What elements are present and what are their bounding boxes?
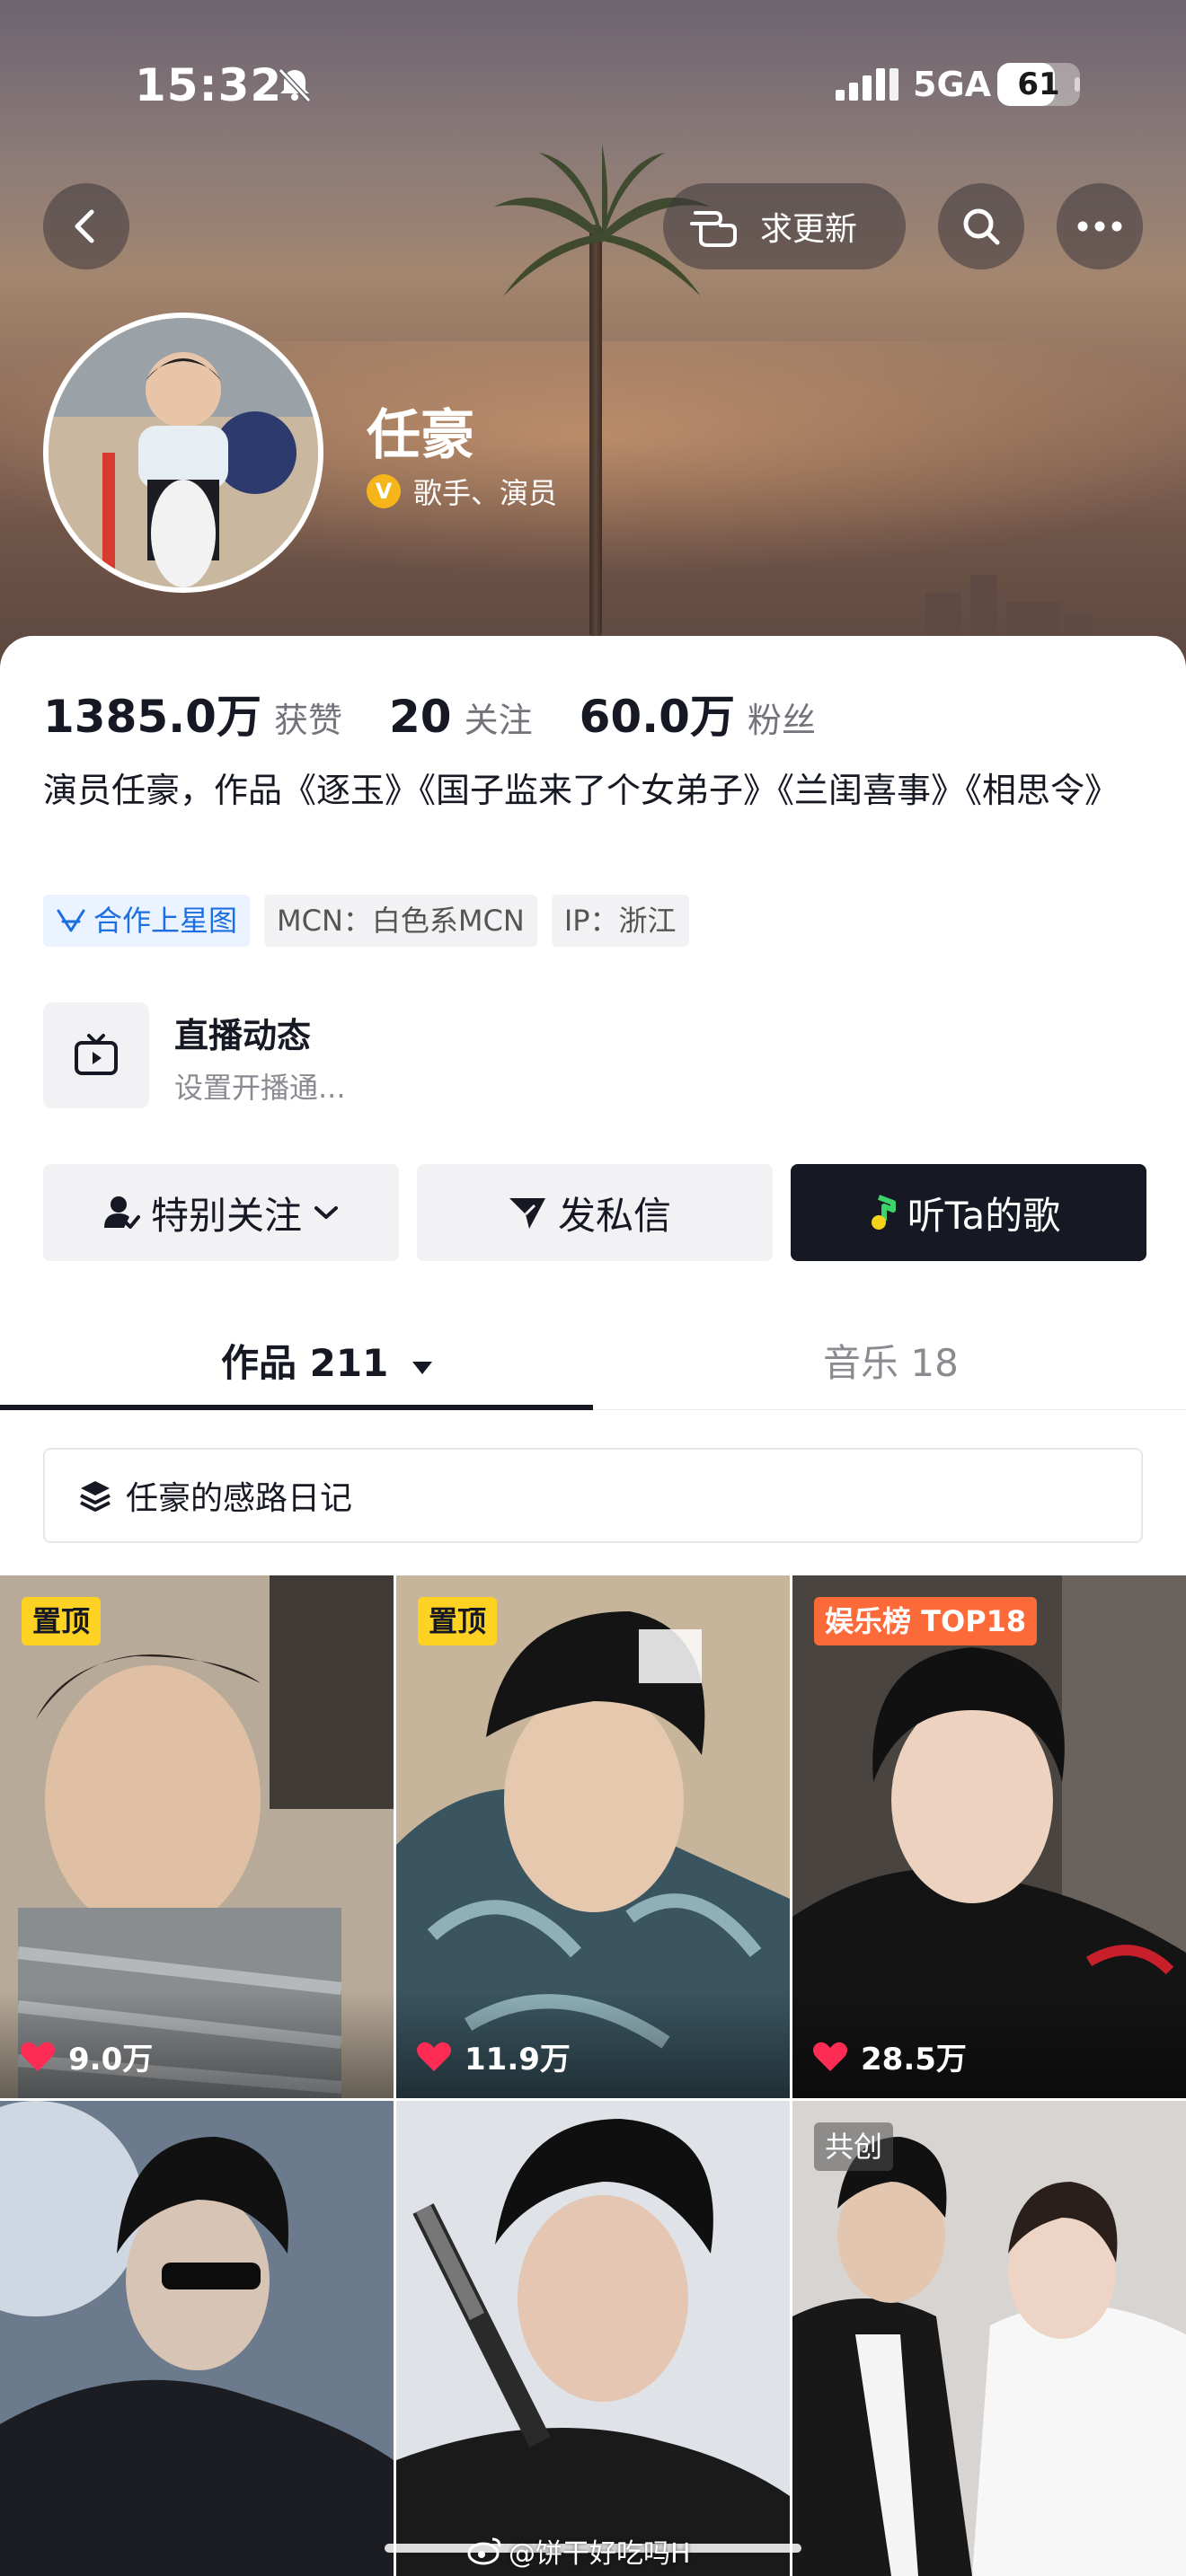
- star-map-tag[interactable]: 合作上星图: [43, 895, 251, 947]
- verification-row: V 歌手、演员: [367, 471, 557, 512]
- ip-location-tag: IP：浙江: [551, 895, 689, 947]
- action-buttons: 特别关注 发私信 听Ta的歌: [43, 1164, 1146, 1261]
- profile-name: 任豪: [367, 404, 474, 467]
- avatar[interactable]: [43, 313, 323, 593]
- status-bar: 15:32 5GA 61: [0, 54, 1186, 117]
- video-thumbnail[interactable]: 共创: [792, 2101, 1186, 2576]
- weibo-icon: [467, 2537, 501, 2565]
- battery-icon: 61: [997, 63, 1080, 106]
- search-button[interactable]: [938, 183, 1024, 269]
- mcn-tag[interactable]: MCN：白色系MCN: [264, 895, 537, 947]
- tv-icon: [75, 1034, 118, 1075]
- like-count: 28.5万: [812, 2034, 967, 2078]
- live-title: 直播动态: [174, 1016, 312, 1055]
- video-grid: 置顶 9.0万 置顶 11.9万 娱乐榜 TOP18 28.5万 共创: [0, 1575, 1186, 2576]
- pinned-badge: 置顶: [418, 1597, 498, 1645]
- pinned-badge: 置顶: [22, 1597, 102, 1645]
- layers-icon: [80, 1481, 111, 1512]
- following-stat[interactable]: 20 关注: [389, 691, 533, 743]
- video-thumbnail[interactable]: 娱乐榜 TOP18 28.5万: [792, 1575, 1186, 2098]
- profile-stats: 1385.0万 获赞 20 关注 60.0万 粉丝: [43, 681, 863, 745]
- collection-entry[interactable]: 任豪的感路日记: [43, 1448, 1143, 1543]
- pointing-hand-icon: [690, 211, 737, 247]
- more-dots-icon: [1077, 221, 1122, 232]
- back-button[interactable]: [43, 183, 129, 269]
- like-count: 11.9万: [416, 2034, 571, 2078]
- heart-icon: [417, 2042, 451, 2071]
- like-count: 9.0万: [20, 2034, 153, 2078]
- ranking-badge: 娱乐榜 TOP18: [814, 1597, 1038, 1645]
- user-follow-icon: [103, 1196, 140, 1229]
- caret-down-icon: [412, 1362, 432, 1374]
- video-thumbnail[interactable]: [396, 2101, 790, 2576]
- star-map-icon: [57, 909, 85, 932]
- chevron-left-icon: [75, 209, 94, 243]
- verified-badge-icon: V: [367, 474, 401, 508]
- profile-cover: 15:32 5GA 61 求更新 任豪 V 歌手、演员: [0, 0, 1186, 683]
- active-tab-indicator: [0, 1405, 593, 1410]
- verification-text: 歌手、演员: [413, 476, 558, 510]
- profile-tags: 合作上星图 MCN：白色系MCN IP：浙江: [43, 895, 704, 947]
- mute-bell-icon: [278, 67, 312, 103]
- profile-bio: 演员任豪，作品《逐玉》《国子监来了个女弟子》《兰闺喜事》《相思令》: [43, 771, 1120, 810]
- battery-level: 61: [1017, 66, 1060, 102]
- collection-title: 任豪的感路日记: [126, 1480, 353, 1517]
- co-creation-badge: 共创: [814, 2122, 894, 2171]
- tab-works[interactable]: 作品 211: [221, 1333, 434, 1388]
- network-type: 5GA: [913, 65, 992, 104]
- tab-music[interactable]: 音乐 18: [823, 1333, 959, 1388]
- video-thumbnail[interactable]: 置顶 9.0万: [0, 1575, 394, 2098]
- content-tabs: 作品 211 音乐 18: [0, 1306, 1186, 1414]
- search-icon: [963, 208, 1000, 245]
- listen-songs-button[interactable]: 听Ta的歌: [791, 1164, 1146, 1261]
- more-button[interactable]: [1057, 183, 1143, 269]
- cell-signal-icon: [836, 68, 898, 101]
- live-activity-entry[interactable]: 直播动态 设置开播通...: [43, 1002, 942, 1108]
- send-message-button[interactable]: 发私信: [417, 1164, 773, 1261]
- video-thumbnail[interactable]: 置顶 11.9万: [396, 1575, 790, 2098]
- send-icon: [509, 1198, 545, 1229]
- live-icon-box: [43, 1002, 149, 1108]
- special-follow-button[interactable]: 特别关注: [43, 1164, 399, 1261]
- request-update-label: 求更新: [760, 211, 858, 248]
- live-subtitle: 设置开播通...: [174, 1071, 346, 1105]
- music-note-icon: [871, 1195, 896, 1230]
- video-cover-image: [396, 2101, 790, 2576]
- status-time: 15:32: [135, 59, 283, 111]
- likes-stat: 1385.0万 获赞: [43, 691, 342, 743]
- avatar-photo: [49, 318, 318, 587]
- video-thumbnail[interactable]: [0, 2101, 394, 2576]
- watermark: @饼干好吃吗H: [467, 2531, 691, 2571]
- video-cover-image: [0, 2101, 394, 2576]
- chevron-down-icon: [314, 1206, 338, 1219]
- request-update-button[interactable]: 求更新: [663, 183, 906, 269]
- video-cover-image: [792, 2101, 1186, 2576]
- heart-icon: [21, 2042, 55, 2071]
- heart-icon: [813, 2042, 847, 2071]
- followers-stat[interactable]: 60.0万 粉丝: [580, 681, 816, 745]
